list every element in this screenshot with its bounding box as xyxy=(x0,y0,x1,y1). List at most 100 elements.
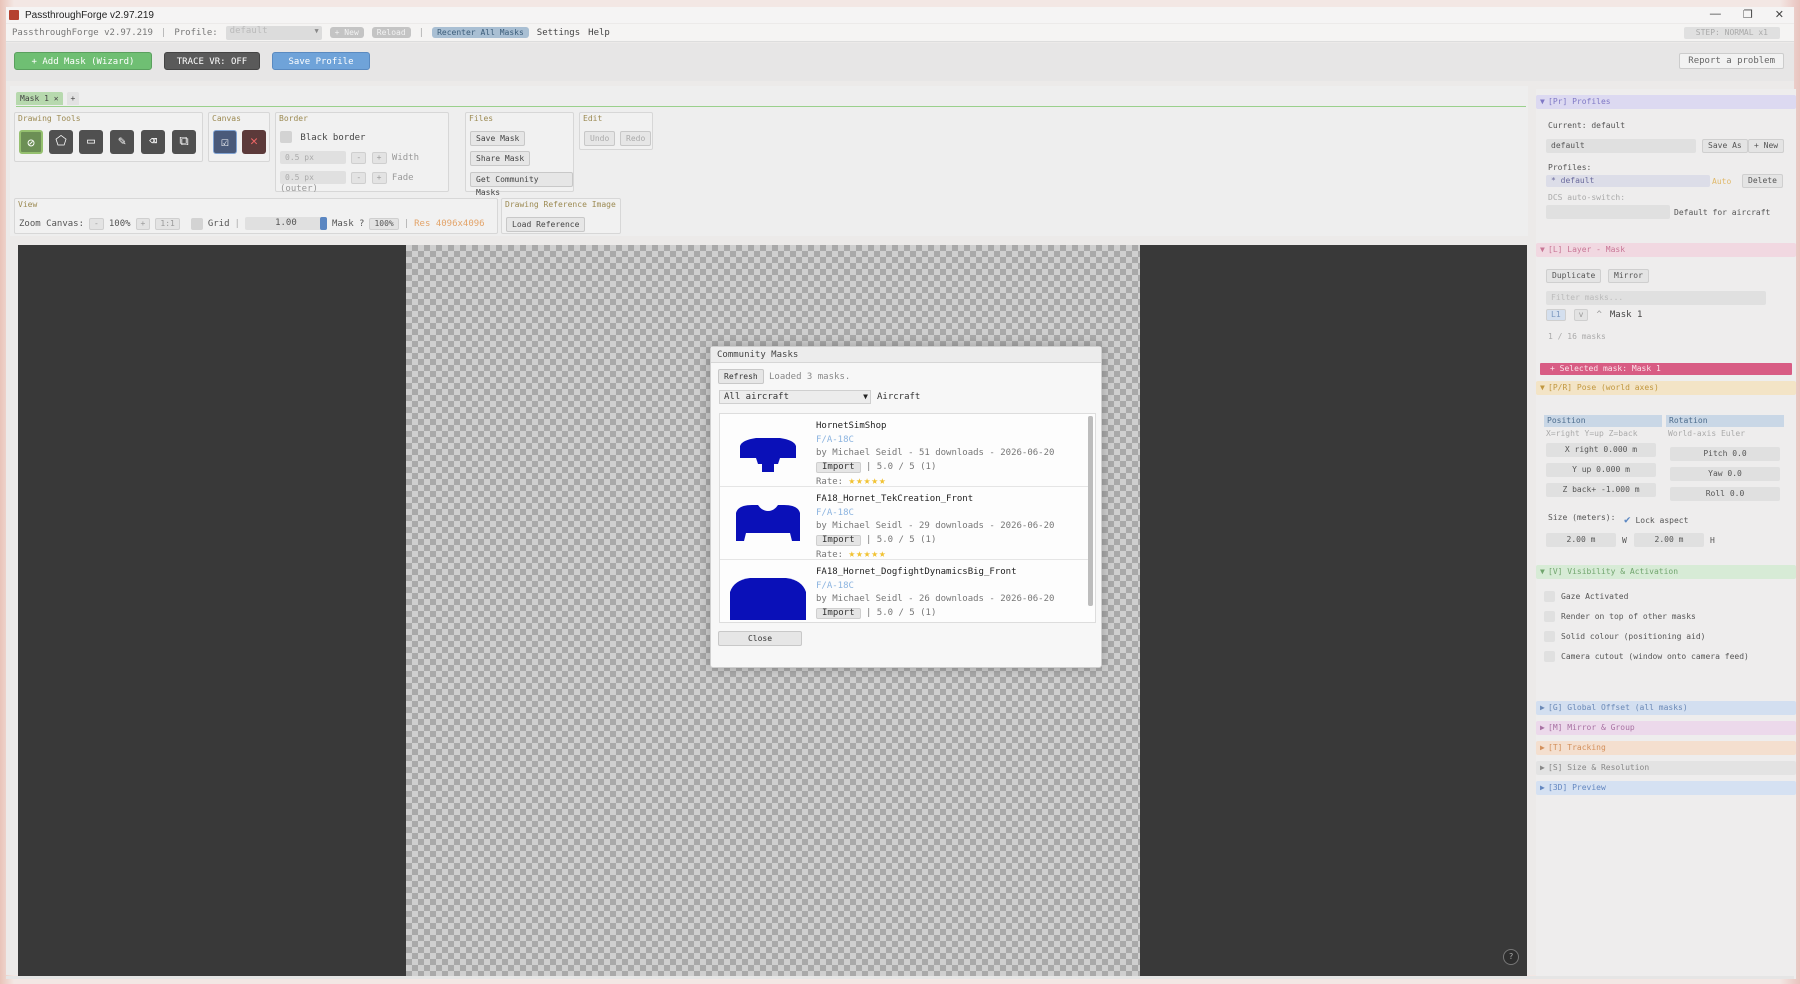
close-icon[interactable]: ✕ xyxy=(1775,8,1784,21)
profile-name-input[interactable]: default xyxy=(1546,139,1696,153)
new-profile-button[interactable]: + New xyxy=(1748,139,1785,153)
layer-section-header[interactable]: ▼ [L] Layer - Mask xyxy=(1536,243,1796,257)
step-indicator[interactable]: STEP: NORMAL x1 xyxy=(1683,27,1780,39)
current-profile-label: Current: default xyxy=(1548,121,1626,130)
chevron-down-icon: ▼ xyxy=(863,392,868,401)
visibility-section-header[interactable]: ▼ [V] Visibility & Activation xyxy=(1536,565,1796,579)
share-mask-button[interactable]: Share Mask xyxy=(470,151,531,166)
list-scrollbar[interactable] xyxy=(1088,416,1093,606)
fade-input[interactable]: 0.5 px xyxy=(280,171,346,184)
tab-mask-1[interactable]: Mask 1 ✕ xyxy=(16,92,63,105)
dcs-aircraft-input[interactable] xyxy=(1546,205,1670,219)
opacity-slider[interactable]: 1.00 xyxy=(244,217,327,230)
filter-masks-input[interactable]: Filter masks... xyxy=(1546,291,1766,305)
get-community-masks-button[interactable]: Get Community Masks xyxy=(470,172,573,197)
lock-aspect-row[interactable]: ✔ Lock aspect xyxy=(1624,513,1688,526)
zoom-value: 100% xyxy=(108,218,131,229)
import-button[interactable]: Import xyxy=(816,607,861,619)
recenter-all-button[interactable]: Recenter All Masks xyxy=(432,27,529,38)
aircraft-filter-combo[interactable]: All aircraft ▼ xyxy=(719,390,871,404)
height-meters-input[interactable]: 2.00 m xyxy=(1634,533,1704,547)
grid-checkbox[interactable] xyxy=(190,217,203,230)
zoom-out-button[interactable]: - xyxy=(89,217,104,230)
zoom-in-button[interactable]: + xyxy=(135,217,151,230)
profile-list-item[interactable]: * default xyxy=(1546,175,1710,187)
mask-row[interactable]: L1 v ^ Mask 1 xyxy=(1546,309,1642,321)
profiles-section-header[interactable]: ▼ [Pr] Profiles xyxy=(1536,95,1796,109)
zoom-reset-button[interactable]: 1:1 xyxy=(155,217,180,230)
star-rating[interactable]: ★★★★★ xyxy=(849,547,887,560)
gaze-activated-checkbox[interactable] xyxy=(1544,591,1555,602)
move-up-icon[interactable]: ^ xyxy=(1596,310,1601,320)
y-position-input[interactable]: Y up 0.000 m xyxy=(1546,463,1656,477)
gaze-activated-row[interactable]: Gaze Activated xyxy=(1544,591,1628,602)
mask-percent-button[interactable]: 100% xyxy=(369,217,399,230)
width-input[interactable]: 0.5 px xyxy=(280,151,346,164)
fade-minus-button[interactable]: - xyxy=(351,172,367,184)
delete-profile-button[interactable]: Delete xyxy=(1742,174,1783,188)
close-dialog-button[interactable]: Close xyxy=(718,631,802,646)
ellipse-tool-button[interactable]: ⊘ xyxy=(19,130,43,154)
global-offset-section-header[interactable]: ▶ [G] Global Offset (all masks) xyxy=(1536,701,1796,715)
save-mask-button[interactable]: Save Mask xyxy=(470,131,526,146)
menu-help[interactable]: Help xyxy=(588,28,610,38)
menu-settings[interactable]: Settings xyxy=(537,28,580,38)
redo-button[interactable]: Redo xyxy=(620,131,652,146)
reload-button[interactable]: Reload xyxy=(371,27,411,38)
report-problem-button[interactable]: Report a problem xyxy=(1679,53,1784,69)
render-on-top-row[interactable]: Render on top of other masks xyxy=(1544,611,1696,622)
refresh-button[interactable]: Refresh xyxy=(718,369,764,384)
solid-colour-row[interactable]: Solid colour (positioning aid) xyxy=(1544,631,1706,642)
selected-mask-bar[interactable]: + Selected mask: Mask 1 xyxy=(1540,363,1792,375)
crop-tool-button[interactable]: ⧉ xyxy=(172,130,196,154)
profile-label: Profile: xyxy=(174,27,218,38)
section-title: [Pr] Profiles xyxy=(1548,97,1611,106)
minimize-icon[interactable]: — xyxy=(1710,8,1721,21)
size-resolution-section-header[interactable]: ▶ [S] Size & Resolution xyxy=(1536,761,1796,775)
render-on-top-checkbox[interactable] xyxy=(1544,611,1555,622)
star-rating[interactable]: ★★★★★ xyxy=(849,620,887,622)
solid-colour-checkbox[interactable] xyxy=(1544,631,1555,642)
rect-tool-button[interactable]: ▭ xyxy=(79,130,103,154)
pitch-input[interactable]: Pitch 0.0 xyxy=(1670,447,1780,461)
z-position-input[interactable]: Z back+ -1.000 m xyxy=(1546,483,1656,497)
eraser-tool-button[interactable]: ⌫ xyxy=(141,130,165,154)
add-mask-button[interactable]: + Add Mask (Wizard) xyxy=(14,52,152,70)
new-profile-button[interactable]: + New xyxy=(329,27,364,38)
width-meters-input[interactable]: 2.00 m xyxy=(1546,533,1616,547)
width-minus-button[interactable]: - xyxy=(351,152,367,164)
maximize-icon[interactable]: ❐ xyxy=(1743,8,1753,21)
slider-handle[interactable] xyxy=(319,217,327,230)
save-profile-button[interactable]: Save Profile xyxy=(272,52,370,70)
roll-input[interactable]: Roll 0.0 xyxy=(1670,487,1780,501)
yaw-input[interactable]: Yaw 0.0 xyxy=(1670,467,1780,481)
duplicate-mask-button[interactable]: Duplicate xyxy=(1546,269,1602,283)
pose-section-header[interactable]: ▼ [P/R] Pose (world axes) xyxy=(1536,381,1796,395)
mirror-mask-button[interactable]: Mirror xyxy=(1608,269,1649,283)
tracking-section-header[interactable]: ▶ [T] Tracking xyxy=(1536,741,1796,755)
help-icon[interactable]: ? xyxy=(1503,949,1519,965)
star-rating[interactable]: ★★★★★ xyxy=(849,474,887,487)
clear-canvas-button[interactable]: ✕ xyxy=(242,130,266,154)
profile-combo[interactable]: default xyxy=(225,25,322,40)
camera-cutout-checkbox[interactable] xyxy=(1544,651,1555,662)
mirror-group-section-header[interactable]: ▶ [M] Mirror & Group xyxy=(1536,721,1796,735)
black-border-checkbox[interactable] xyxy=(280,131,292,143)
import-button[interactable]: Import xyxy=(816,461,861,473)
load-reference-button[interactable]: Load Reference xyxy=(506,217,586,232)
trace-vr-button[interactable]: TRACE VR: OFF xyxy=(164,52,260,70)
undo-button[interactable]: Undo xyxy=(584,131,616,146)
save-as-button[interactable]: Save As xyxy=(1702,139,1748,153)
x-position-input[interactable]: X right 0.000 m xyxy=(1546,443,1656,457)
preview-3d-section-header[interactable]: ▶ [3D] Preview xyxy=(1536,781,1796,795)
apply-canvas-button[interactable]: ☑ xyxy=(213,130,237,154)
polygon-tool-button[interactable]: ⬠ xyxy=(49,130,73,154)
pen-tool-button[interactable]: ✎ xyxy=(110,130,134,154)
width-plus-button[interactable]: + xyxy=(371,152,387,164)
camera-cutout-row[interactable]: Camera cutout (window onto camera feed) xyxy=(1544,651,1749,662)
fade-plus-button[interactable]: + xyxy=(371,172,387,184)
tab-add[interactable]: + xyxy=(66,92,80,105)
import-button[interactable]: Import xyxy=(816,534,861,546)
community-mask-list[interactable]: HornetSimShop F/A-18C by Michael Seidl -… xyxy=(719,413,1096,623)
eye-toggle-icon[interactable]: v xyxy=(1573,309,1589,321)
